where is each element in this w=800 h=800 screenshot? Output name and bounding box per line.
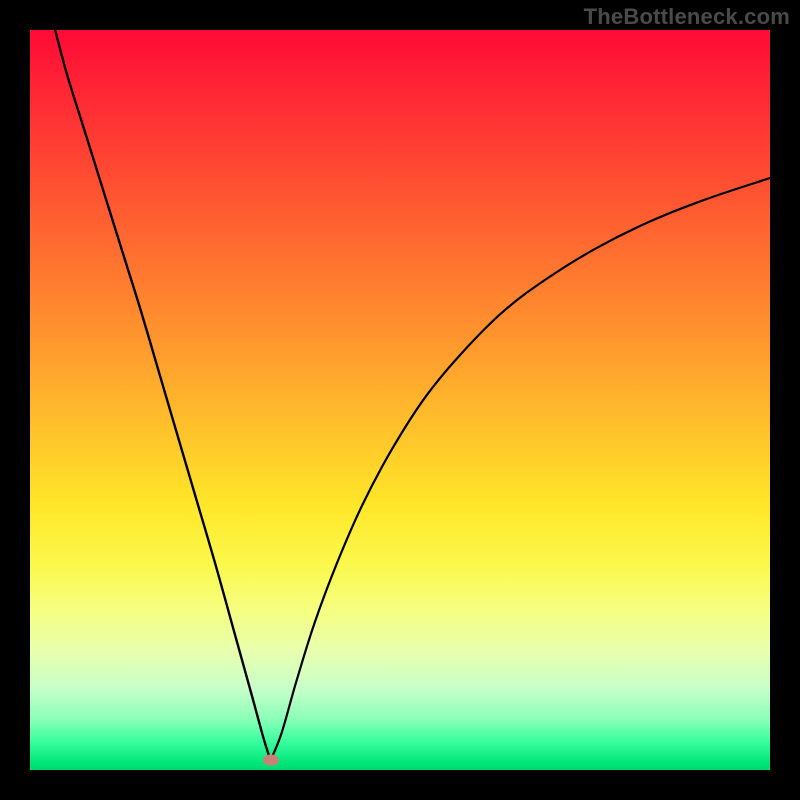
chart-frame: TheBottleneck.com <box>0 0 800 800</box>
watermark-text: TheBottleneck.com <box>584 4 790 30</box>
min-marker-icon <box>263 755 279 766</box>
plot-area <box>30 30 770 770</box>
bottleneck-curve <box>30 30 770 770</box>
